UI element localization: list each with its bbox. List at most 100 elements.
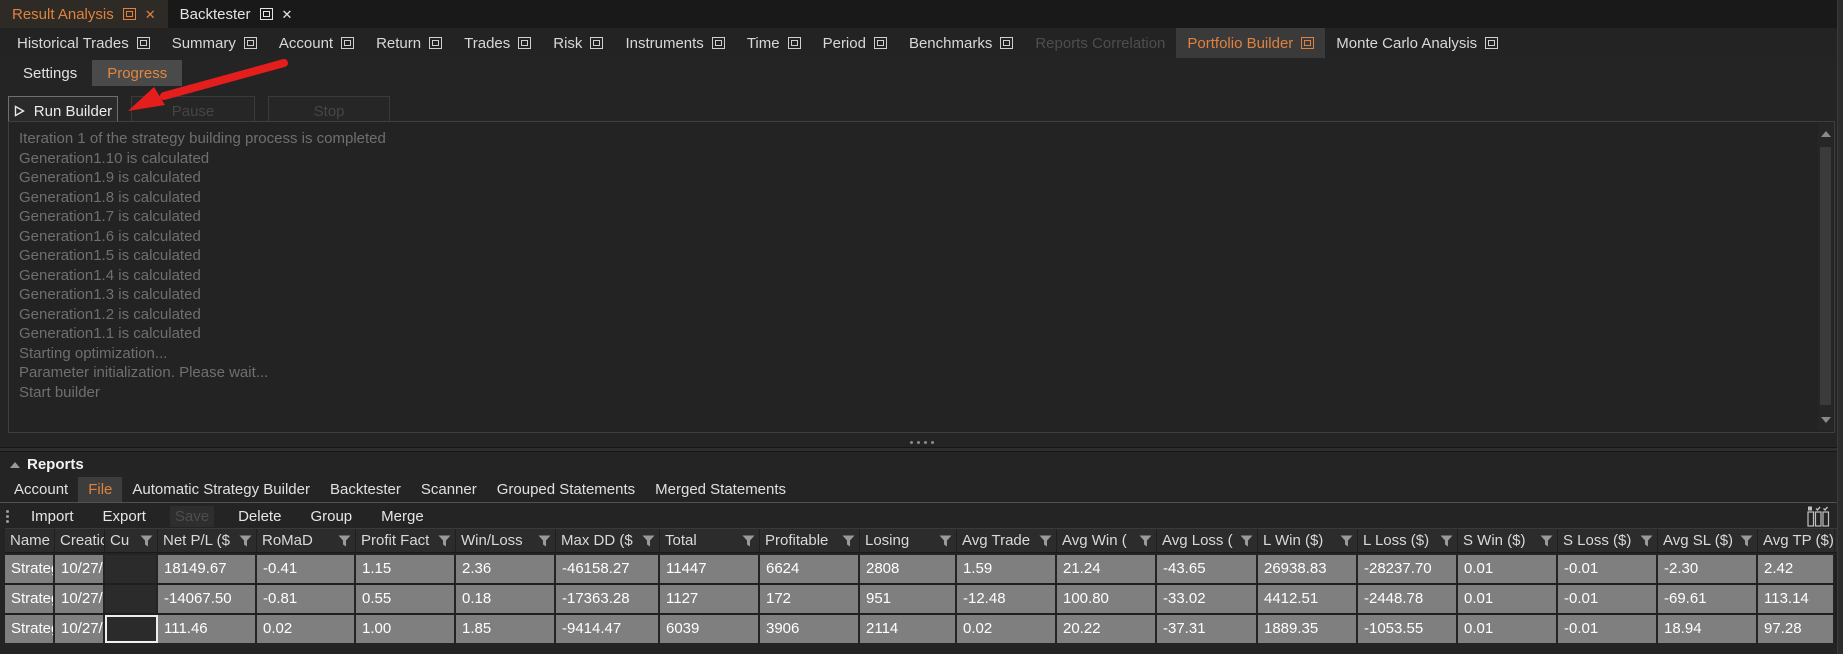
- popout-window-icon[interactable]: [712, 37, 725, 49]
- table-cell[interactable]: [105, 615, 158, 643]
- popout-window-icon[interactable]: [137, 37, 150, 49]
- popout-window-icon[interactable]: [1485, 37, 1498, 49]
- report-view-tab[interactable]: Portfolio Builder: [1176, 28, 1325, 58]
- toolbar-button[interactable]: Delete: [233, 506, 286, 527]
- filter-icon[interactable]: [1440, 535, 1453, 547]
- column-header[interactable]: Cu: [105, 529, 158, 552]
- column-header[interactable]: Losing: [860, 529, 957, 552]
- reports-source-tab[interactable]: Automatic Strategy Builder: [122, 477, 320, 502]
- table-cell[interactable]: 4412.51: [1258, 585, 1358, 613]
- table-cell[interactable]: [105, 585, 158, 613]
- document-tab[interactable]: Backtester ✕: [168, 0, 305, 28]
- column-header[interactable]: Avg Win (: [1057, 529, 1157, 552]
- table-cell[interactable]: -0.01: [1558, 615, 1658, 643]
- toolbar-button[interactable]: Merge: [376, 506, 429, 527]
- toolbar-button[interactable]: Import: [26, 506, 79, 527]
- report-view-tab[interactable]: Reports Correlation: [1024, 28, 1176, 58]
- toolbar-button[interactable]: Export: [98, 506, 151, 527]
- table-cell[interactable]: Strateg: [5, 615, 55, 643]
- table-cell[interactable]: -9414.47: [556, 615, 660, 643]
- column-header[interactable]: S Win ($): [1458, 529, 1558, 552]
- close-icon[interactable]: ✕: [282, 8, 293, 21]
- filter-icon[interactable]: [1039, 535, 1052, 547]
- table-cell[interactable]: -37.31: [1157, 615, 1258, 643]
- table-cell[interactable]: 6039: [660, 615, 760, 643]
- table-cell[interactable]: -28237.70: [1358, 555, 1458, 583]
- reports-source-tab[interactable]: Scanner: [411, 477, 487, 502]
- table-cell[interactable]: 1889.35: [1258, 615, 1358, 643]
- filter-icon[interactable]: [939, 535, 952, 547]
- toolbar-button[interactable]: Group: [305, 506, 357, 527]
- column-header[interactable]: L Win ($): [1258, 529, 1358, 552]
- toolbar-grip-icon[interactable]: [6, 508, 12, 525]
- report-view-tab[interactable]: Account: [268, 28, 365, 58]
- table-cell[interactable]: -0.01: [1558, 585, 1658, 613]
- column-header[interactable]: Avg TP ($): [1758, 529, 1835, 552]
- table-cell[interactable]: 20.22: [1057, 615, 1157, 643]
- popout-window-icon[interactable]: [874, 37, 887, 49]
- filter-icon[interactable]: [1240, 535, 1253, 547]
- filter-icon[interactable]: [1540, 535, 1553, 547]
- column-chooser-icon[interactable]: [1807, 506, 1831, 527]
- table-cell[interactable]: 26938.83: [1258, 555, 1358, 583]
- close-icon[interactable]: ✕: [145, 8, 156, 21]
- table-cell[interactable]: 111.46: [158, 615, 257, 643]
- report-view-tab[interactable]: Monte Carlo Analysis: [1325, 28, 1509, 58]
- popout-window-icon[interactable]: [429, 37, 442, 49]
- table-cell[interactable]: 10/27/: [55, 585, 105, 613]
- filter-icon[interactable]: [140, 535, 153, 547]
- report-view-tab[interactable]: Historical Trades: [6, 28, 161, 58]
- table-cell[interactable]: -43.65: [1157, 555, 1258, 583]
- reports-source-tab[interactable]: Backtester: [320, 477, 411, 502]
- table-cell[interactable]: 113.14: [1758, 585, 1835, 613]
- table-cell[interactable]: 97.28: [1758, 615, 1835, 643]
- filter-icon[interactable]: [1139, 535, 1152, 547]
- table-cell[interactable]: 0.02: [957, 615, 1057, 643]
- table-cell[interactable]: 2.36: [456, 555, 556, 583]
- popout-window-icon[interactable]: [260, 8, 273, 20]
- report-view-tab[interactable]: Return: [365, 28, 453, 58]
- table-row[interactable]: Strateg10/27/111.460.021.001.85-9414.476…: [5, 615, 1837, 643]
- table-row[interactable]: Strateg10/27/18149.67-0.411.152.36-46158…: [5, 555, 1837, 583]
- table-cell[interactable]: 100.80: [1057, 585, 1157, 613]
- column-header[interactable]: RoMaD: [257, 529, 356, 552]
- table-cell[interactable]: 18.94: [1658, 615, 1758, 643]
- table-cell[interactable]: -17363.28: [556, 585, 660, 613]
- table-cell[interactable]: 172: [760, 585, 860, 613]
- filter-icon[interactable]: [338, 535, 351, 547]
- panel-splitter-handle[interactable]: [0, 437, 1843, 447]
- popout-window-icon[interactable]: [123, 8, 136, 20]
- table-cell[interactable]: 21.24: [1057, 555, 1157, 583]
- toolbar-button[interactable]: Save: [170, 506, 214, 527]
- column-header[interactable]: Win/Loss: [456, 529, 556, 552]
- table-cell[interactable]: 0.55: [356, 585, 456, 613]
- table-cell[interactable]: 0.01: [1458, 555, 1558, 583]
- collapse-arrow-icon[interactable]: [10, 462, 20, 468]
- table-row[interactable]: Strateg10/27/-14067.50-0.810.550.18-1736…: [5, 585, 1837, 613]
- filter-icon[interactable]: [642, 535, 655, 547]
- filter-icon[interactable]: [538, 535, 551, 547]
- table-cell[interactable]: 3906: [760, 615, 860, 643]
- table-cell[interactable]: [105, 555, 158, 583]
- scroll-up-icon[interactable]: [1821, 131, 1831, 137]
- report-view-tab[interactable]: Period: [812, 28, 898, 58]
- filter-icon[interactable]: [1340, 535, 1353, 547]
- log-scrollbar[interactable]: [1818, 123, 1833, 431]
- column-header[interactable]: Max DD ($: [556, 529, 660, 552]
- popout-window-icon[interactable]: [788, 37, 801, 49]
- popout-window-icon[interactable]: [341, 37, 354, 49]
- table-cell[interactable]: 0.01: [1458, 615, 1558, 643]
- filter-icon[interactable]: [438, 535, 451, 547]
- filter-icon[interactable]: [1740, 535, 1753, 547]
- scroll-down-icon[interactable]: [1821, 417, 1831, 423]
- column-header[interactable]: Avg Loss (: [1157, 529, 1258, 552]
- table-cell[interactable]: 1.59: [957, 555, 1057, 583]
- column-header[interactable]: Avg SL ($): [1658, 529, 1758, 552]
- table-cell[interactable]: 1.00: [356, 615, 456, 643]
- table-cell[interactable]: 0.01: [1458, 585, 1558, 613]
- table-cell[interactable]: 6624: [760, 555, 860, 583]
- scrollbar-thumb[interactable]: [1820, 147, 1831, 405]
- reports-source-tab[interactable]: Account: [4, 477, 78, 502]
- table-cell[interactable]: -69.61: [1658, 585, 1758, 613]
- table-cell[interactable]: 1.15: [356, 555, 456, 583]
